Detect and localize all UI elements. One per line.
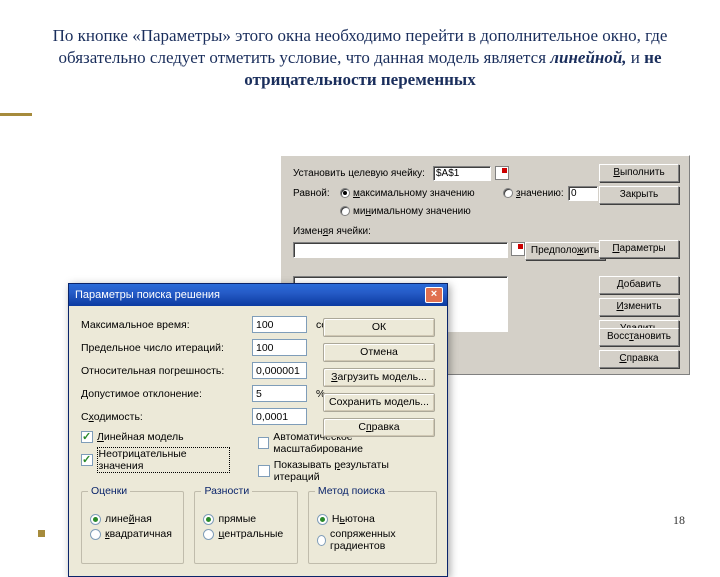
value-input[interactable]: 0: [568, 186, 598, 201]
radio-icon: [317, 514, 328, 525]
group-search: Метод поиска Ньютона сопряженных градиен…: [308, 491, 437, 564]
ref-select-icon-2[interactable]: [511, 242, 525, 256]
group-diff: Разности прямые центральные: [194, 491, 297, 564]
opt-conjugate[interactable]: сопряженных градиентов: [317, 528, 428, 552]
help-button[interactable]: Справка: [323, 418, 435, 437]
changing-input[interactable]: [293, 242, 508, 258]
opt-linear[interactable]: линейная: [90, 513, 175, 525]
checkbox-icon: [81, 431, 93, 443]
ok-button[interactable]: ОК: [323, 318, 435, 337]
opt-central[interactable]: центральные: [203, 528, 288, 540]
edit-button[interactable]: Изменить: [599, 298, 679, 316]
group-title: Разности: [201, 485, 252, 497]
target-cell-input[interactable]: $A$1: [433, 166, 491, 181]
run-button[interactable]: Выполнить: [599, 164, 679, 182]
radio-min[interactable]: [340, 206, 350, 216]
save-model-button[interactable]: Сохранить модель...: [323, 393, 435, 412]
checkbox-icon: [258, 437, 270, 449]
help-button-solver[interactable]: Справка: [599, 350, 679, 368]
radio-icon: [203, 514, 214, 525]
precision-label: Относительная погрешность:: [81, 365, 246, 377]
radio-value[interactable]: [503, 188, 513, 198]
iter-label: Предельное число итераций:: [81, 342, 246, 354]
close-icon[interactable]: ×: [425, 287, 443, 303]
showiter-check[interactable]: Показывать результаты итераций: [258, 459, 437, 483]
dialog-title: Параметры поиска решения: [75, 289, 220, 301]
radio-icon: [203, 529, 214, 540]
group-title: Оценки: [88, 485, 130, 497]
load-model-button[interactable]: Загрузить модель...: [323, 368, 435, 387]
add-button[interactable]: Добавить: [599, 276, 679, 294]
nonneg-check[interactable]: Неотрицательные значения: [81, 447, 230, 473]
radio-icon: [317, 535, 326, 546]
radio-icon: [90, 529, 101, 540]
slide-bullet-icon: [38, 530, 45, 537]
restore-button[interactable]: Восстановить: [599, 328, 679, 346]
precision-input[interactable]: [252, 362, 307, 379]
opt-quadratic[interactable]: квадратичная: [90, 528, 175, 540]
cancel-button[interactable]: Отмена: [323, 343, 435, 362]
equal-label: Равной:: [293, 188, 330, 199]
ref-select-icon[interactable]: [495, 166, 509, 180]
iter-input[interactable]: [252, 339, 307, 356]
radio-icon: [90, 514, 101, 525]
checkbox-icon: [258, 465, 270, 477]
convergence-input[interactable]: [252, 408, 307, 425]
opt-newton[interactable]: Ньютона: [317, 513, 428, 525]
page-number: 18: [673, 513, 685, 528]
titlebar: Параметры поиска решения ×: [69, 284, 447, 306]
params-dialog: Параметры поиска решения × ОК Отмена Заг…: [68, 283, 448, 577]
checkbox-icon: [81, 454, 93, 466]
guess-button[interactable]: Предположить: [525, 242, 605, 260]
accent-line: [0, 113, 32, 116]
radio-max[interactable]: [340, 188, 350, 198]
tolerance-input[interactable]: [252, 385, 307, 402]
opt-min[interactable]: минимальному значению: [340, 206, 471, 217]
opt-value[interactable]: значению:: [503, 188, 564, 199]
target-cell-label: Установить целевую ячейку:: [293, 168, 425, 179]
max-time-label: Максимальное время:: [81, 319, 246, 331]
max-time-input[interactable]: [252, 316, 307, 333]
params-button[interactable]: Параметры: [599, 240, 679, 258]
opt-max[interactable]: максимальному значению: [340, 188, 475, 199]
opt-forward[interactable]: прямые: [203, 513, 288, 525]
caption-linear: линейной,: [550, 48, 626, 67]
linear-model-check[interactable]: Линейная модель: [81, 431, 230, 443]
slide-caption: По кнопке «Параметры» этого окна необход…: [0, 0, 720, 101]
group-title: Метод поиска: [315, 485, 388, 497]
tolerance-label: Допустимое отклонение:: [81, 388, 246, 400]
convergence-label: Сходимость:: [81, 411, 246, 423]
changing-label: Изменяя ячейки:: [293, 226, 371, 237]
close-button[interactable]: Закрыть: [599, 186, 679, 204]
group-estimates: Оценки линейная квадратичная: [81, 491, 184, 564]
